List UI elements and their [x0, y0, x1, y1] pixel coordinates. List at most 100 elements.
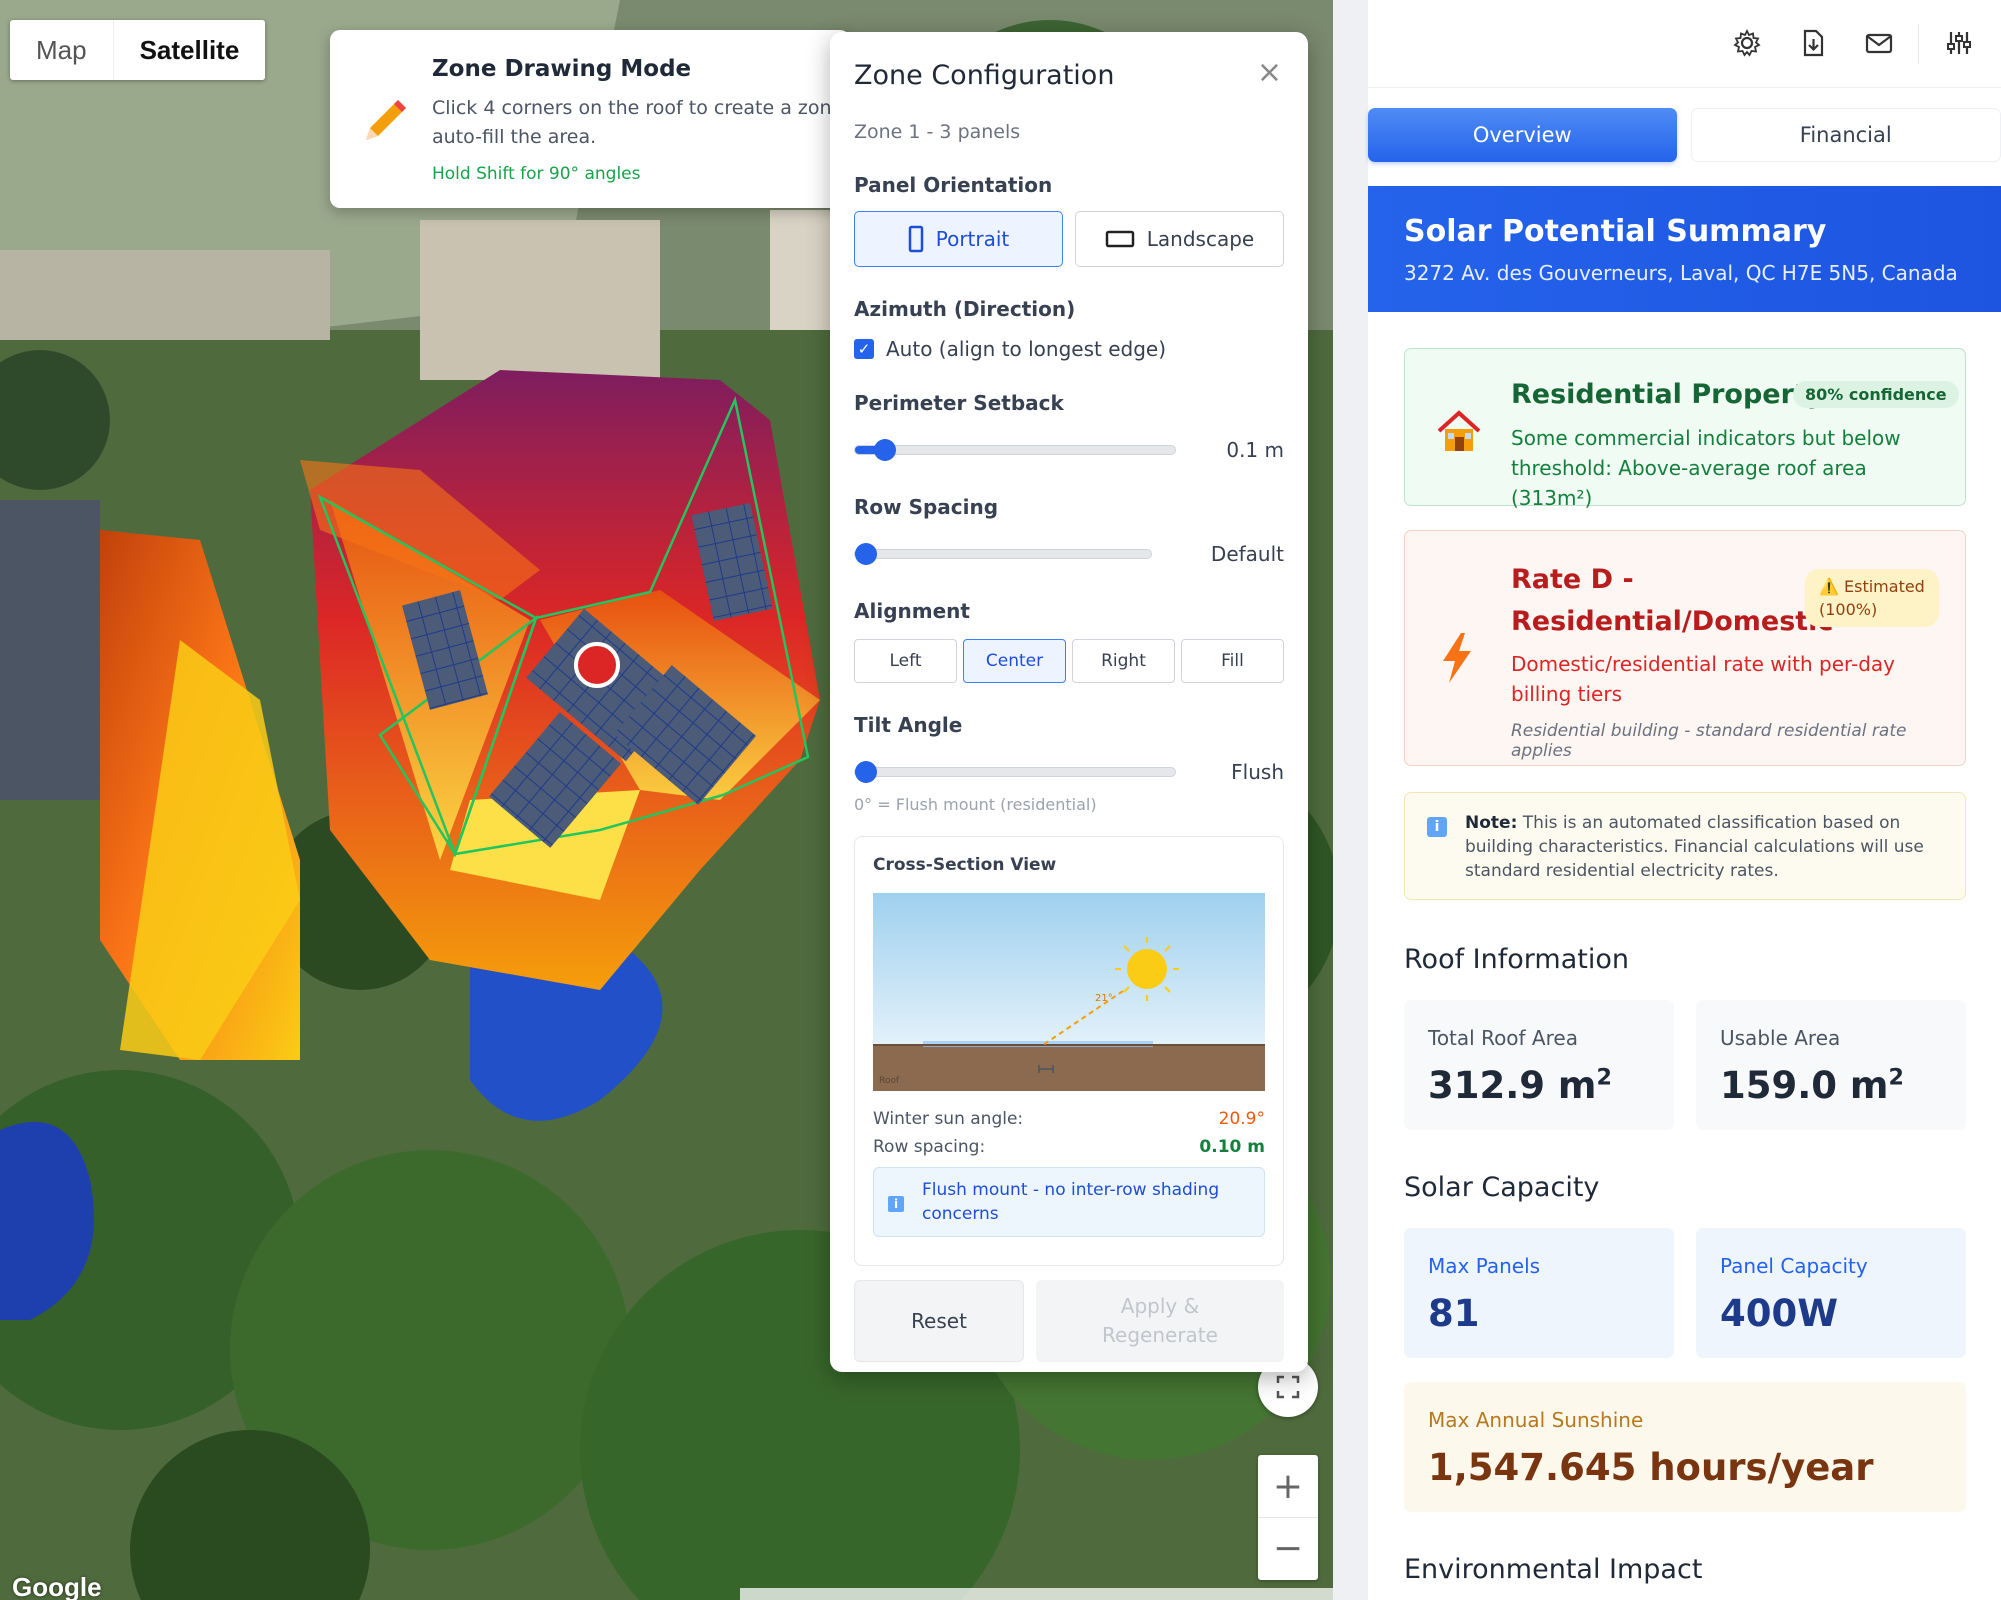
row-spacing-value: Default [1210, 542, 1284, 566]
usable-area-label: Usable Area [1720, 1026, 1841, 1050]
panel-capacity-value: 400W [1720, 1292, 1839, 1335]
tilt-angle-value: Flush [1231, 760, 1284, 784]
map-attribution-bar[interactable] [740, 1588, 1333, 1600]
sun-angle-tag: 21° [1095, 993, 1113, 1004]
zone-subtitle: Zone 1 - 3 panels [854, 121, 1021, 143]
note-text: Note: This is an automated classificatio… [1465, 811, 1945, 883]
cross-section-title: Cross-Section View [873, 855, 1057, 875]
solar-capacity-heading: Solar Capacity [1404, 1172, 1600, 1203]
total-roof-area-card: Total Roof Area 312.9 m2 [1404, 1000, 1674, 1130]
gear-icon[interactable] [1732, 28, 1762, 58]
slider-thumb[interactable] [874, 439, 897, 461]
property-type-title: Residential Property [1511, 379, 1825, 410]
zone-mode-hint: Hold Shift for 90° angles [432, 164, 641, 184]
rate-description: Domestic/residential rate with per-day b… [1511, 652, 1896, 706]
max-panels-label: Max Panels [1428, 1254, 1541, 1278]
align-center-button[interactable]: Center [963, 639, 1066, 683]
zoom-out-button[interactable]: − [1258, 1517, 1318, 1579]
close-icon[interactable]: × [1257, 58, 1282, 88]
align-left-button[interactable]: Left [854, 639, 957, 683]
max-annual-sunshine-card: Max Annual Sunshine 1,547.645 hours/year [1404, 1382, 1966, 1512]
results-sidebar: Overview Financial Solar Potential Summa… [1368, 0, 2001, 1600]
align-fill-button[interactable]: Fill [1181, 639, 1284, 683]
landscape-button[interactable]: Landscape [1075, 211, 1284, 267]
winter-sun-value: 20.9° [1218, 1109, 1265, 1129]
sidebar-tabs: Overview Financial [1368, 108, 2001, 162]
row-spacing-slider[interactable] [854, 543, 1152, 565]
usable-area-card: Usable Area 159.0 m2 [1696, 1000, 1966, 1130]
slider-thumb[interactable] [855, 543, 877, 565]
landscape-icon [1105, 230, 1135, 248]
max-panels-value: 81 [1428, 1292, 1480, 1335]
azimuth-auto-label: Auto (align to longest edge) [886, 337, 1167, 361]
portrait-label: Portrait [935, 227, 1010, 251]
perimeter-setback-value: 0.1 m [1226, 438, 1284, 462]
zone-mode-title: Zone Drawing Mode [432, 56, 692, 82]
lightning-icon [1443, 633, 1471, 683]
panel-orientation-label: Panel Orientation [854, 173, 1053, 197]
sidebar-toolbar [1368, 0, 2001, 88]
roof-information-heading: Roof Information [1404, 944, 1629, 975]
rate-title: Rate D - Residential/Domestic [1511, 564, 1834, 637]
max-annual-sunshine-label: Max Annual Sunshine [1428, 1408, 1644, 1432]
tab-overview[interactable]: Overview [1368, 108, 1677, 162]
winter-sun-label: Winter sun angle: [873, 1109, 1024, 1129]
alignment-group: Left Center Right Fill [854, 639, 1284, 683]
confidence-badge: 80% confidence [1793, 381, 1959, 408]
portrait-button[interactable]: Portrait [854, 211, 1063, 267]
perimeter-setback-slider[interactable] [854, 439, 1176, 461]
estimated-badge: ⚠️ Estimated (100%) [1805, 569, 1939, 627]
total-roof-area-value: 312.9 m2 [1428, 1064, 1612, 1107]
shading-info-box: i Flush mount - no inter-row shading con… [873, 1167, 1265, 1237]
zone-drawing-mode-card: Zone Drawing Mode Click 4 corners on the… [330, 30, 850, 208]
estimated-badge-line-1: ⚠️ Estimated [1819, 577, 1925, 596]
environmental-impact-heading: Environmental Impact [1404, 1554, 1703, 1585]
mail-icon[interactable] [1864, 28, 1894, 58]
map-type-control: Map Satellite [10, 20, 266, 80]
tilt-angle-label: Tilt Angle [854, 713, 963, 737]
summary-address: 3272 Av. des Gouverneurs, Laval, QC H7E … [1404, 261, 1958, 285]
zone-mode-line-1: Click 4 corners on the roof to create a … [432, 97, 844, 119]
pencil-icon [366, 100, 406, 140]
google-logo: Google [12, 1572, 102, 1600]
reset-button[interactable]: Reset [854, 1280, 1024, 1362]
classification-note-card: i Note: This is an automated classificat… [1404, 792, 1966, 900]
shading-info-text: Flush mount - no inter-row shading conce… [922, 1180, 1220, 1224]
usable-area-value: 159.0 m2 [1720, 1064, 1904, 1107]
sliders-icon[interactable] [1944, 28, 1974, 58]
summary-title: Solar Potential Summary [1404, 214, 1827, 249]
slider-thumb[interactable] [855, 761, 877, 783]
zoom-control: + − [1258, 1455, 1318, 1580]
winter-sun-row: Winter sun angle: 20.9° [873, 1109, 1265, 1129]
landscape-label: Landscape [1146, 227, 1255, 251]
apply-regenerate-button[interactable]: Apply & Regenerate [1036, 1280, 1284, 1362]
map-type-map-button[interactable]: Map [10, 20, 113, 80]
tilt-angle-slider[interactable] [854, 761, 1176, 783]
panel-capacity-card: Panel Capacity 400W [1696, 1228, 1966, 1358]
note-body: This is an automated classification base… [1465, 813, 1924, 881]
tab-financial[interactable]: Financial [1690, 108, 2001, 162]
max-annual-sunshine-value: 1,547.645 hours/year [1428, 1446, 1874, 1489]
info-icon: i [1427, 817, 1447, 837]
tilt-note: 0° = Flush mount (residential) [854, 795, 1097, 814]
checkbox-checked-icon: ✓ [854, 339, 874, 359]
cross-section-card: Cross-Section View 21° Roof Winter sun a… [854, 836, 1284, 1266]
residential-property-card: Residential Property 80% confidence Some… [1404, 348, 1966, 510]
total-roof-area-label: Total Roof Area [1428, 1026, 1578, 1050]
cross-section-diagram: 21° Roof [873, 893, 1265, 1091]
row-spacing-row: Row spacing: 0.10 m [873, 1137, 1265, 1157]
panel-orientation-toggle: Portrait Landscape [854, 211, 1284, 267]
info-icon: i [888, 1196, 904, 1212]
roof-tag: Roof [879, 1076, 900, 1086]
align-right-button[interactable]: Right [1072, 639, 1175, 683]
alignment-label: Alignment [854, 599, 970, 623]
toolbar-divider [1918, 24, 1919, 64]
azimuth-auto-checkbox[interactable]: ✓ Auto (align to longest edge) [854, 337, 1284, 361]
map-type-satellite-button[interactable]: Satellite [112, 20, 266, 80]
house-icon [1437, 410, 1481, 451]
zoom-in-button[interactable]: + [1258, 1455, 1318, 1517]
download-icon[interactable] [1798, 28, 1828, 58]
azimuth-label: Azimuth (Direction) [854, 297, 1076, 321]
zone-configuration-panel: Zone Configuration × Zone 1 - 3 panels P… [830, 32, 1308, 1372]
perimeter-setback-label: Perimeter Setback [854, 391, 1064, 415]
